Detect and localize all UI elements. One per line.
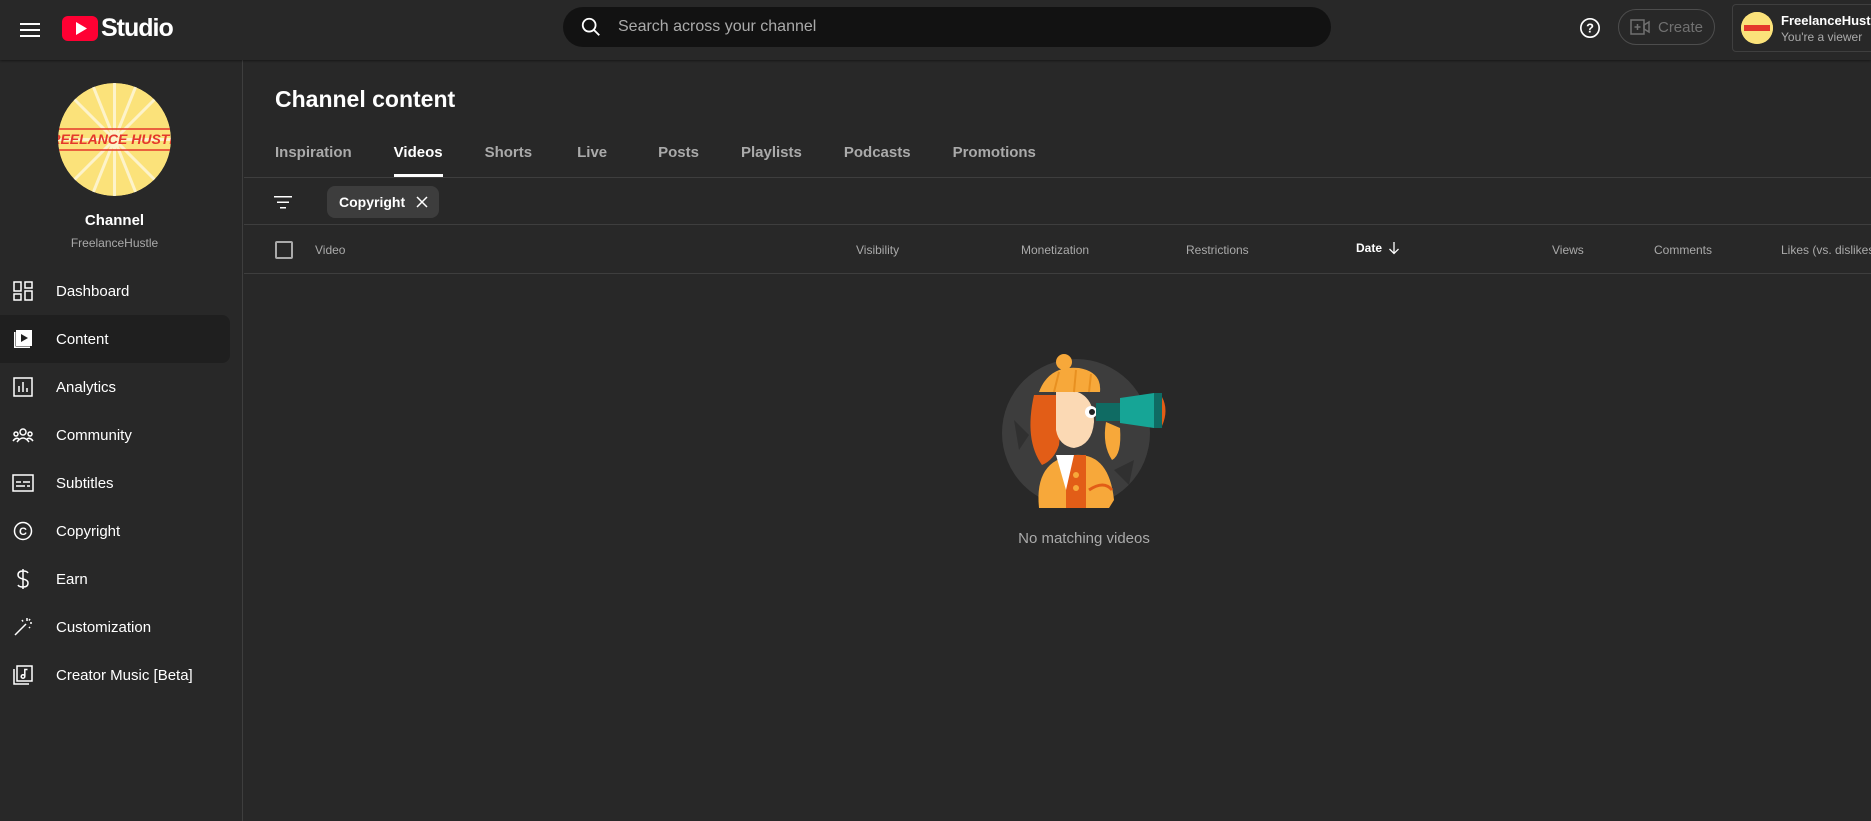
tab-promotions[interactable]: Promotions — [953, 134, 1036, 177]
tab-live[interactable]: Live — [577, 134, 607, 177]
sidebar-item-analytics[interactable]: Analytics — [0, 363, 230, 411]
tab-shorts[interactable]: Shorts — [485, 134, 533, 177]
tab-playlists[interactable]: Playlists — [741, 134, 802, 177]
column-likes[interactable]: Likes (vs. dislikes) — [1781, 243, 1871, 257]
content-tabs: Inspiration Videos Shorts Live Posts Pla… — [275, 134, 1078, 177]
account-name: FreelanceHustle — [1781, 12, 1871, 28]
logo-text: Studio — [101, 14, 174, 42]
tab-inspiration[interactable]: Inspiration — [275, 134, 352, 177]
hamburger-icon — [20, 23, 40, 37]
channel-title: Channel — [84, 212, 145, 229]
sidebar-item-label: Content — [56, 330, 109, 348]
filter-chip-label: Copyright — [339, 194, 406, 210]
empty-state-illustration — [1002, 354, 1166, 508]
sidebar-item-label: Copyright — [56, 522, 121, 540]
create-label: Create — [1657, 18, 1704, 36]
sidebar-item-label: Creator Music [Beta] — [56, 666, 193, 684]
search-input[interactable] — [618, 18, 1298, 36]
column-comments[interactable]: Comments — [1654, 243, 1712, 257]
channel-handle: FreelanceHustle — [70, 236, 159, 250]
arrow-down-icon — [1389, 242, 1399, 255]
sidebar-item-content[interactable]: Content — [0, 315, 230, 363]
column-date[interactable]: Date — [1356, 241, 1400, 255]
channel-avatar[interactable]: FREELANCE HUSTLE — [58, 83, 171, 196]
menu-button[interactable] — [12, 12, 48, 48]
sidebar-item-subtitles[interactable]: Subtitles — [0, 459, 230, 507]
magic-wand-icon — [12, 616, 34, 638]
account-switcher[interactable]: FreelanceHustle You're a viewer — [1732, 4, 1871, 52]
help-icon: ? — [1580, 18, 1600, 38]
subtitles-icon — [12, 472, 34, 494]
content-icon — [12, 328, 34, 350]
help-button[interactable]: ? — [1575, 13, 1605, 43]
search-icon — [581, 17, 600, 36]
dollar-icon — [12, 568, 34, 590]
sidebar-item-label: Subtitles — [56, 474, 114, 492]
tab-videos[interactable]: Videos — [393, 134, 443, 177]
page-title: Channel content — [275, 86, 456, 112]
column-visibility[interactable]: Visibility — [856, 243, 899, 257]
tab-podcasts[interactable]: Podcasts — [844, 134, 911, 177]
account-avatar — [1741, 12, 1773, 44]
youtube-logo-icon — [62, 16, 98, 41]
sidebar-nav: Dashboard Content Analytics Community Su… — [0, 267, 230, 699]
column-date-label: Date — [1356, 241, 1383, 255]
create-button[interactable]: Create — [1618, 9, 1715, 45]
sidebar-item-earn[interactable]: Earn — [0, 555, 230, 603]
sidebar-item-community[interactable]: Community — [0, 411, 230, 459]
sidebar-item-creator-music[interactable]: Creator Music [Beta] — [0, 651, 230, 699]
top-bar: Studio ? Create FreelanceHustle You're a… — [0, 0, 1871, 60]
svg-text:?: ? — [1586, 21, 1594, 36]
studio-logo[interactable]: Studio — [62, 14, 174, 43]
filter-bar: Copyright — [244, 178, 1871, 225]
copyright-icon: C — [12, 520, 34, 542]
search-bar[interactable] — [563, 7, 1331, 47]
column-views[interactable]: Views — [1552, 243, 1584, 257]
empty-state-message: No matching videos — [1018, 530, 1150, 547]
music-icon — [12, 664, 34, 686]
sidebar-item-label: Customization — [56, 618, 152, 636]
column-restrictions[interactable]: Restrictions — [1186, 243, 1249, 257]
sidebar-item-dashboard[interactable]: Dashboard — [0, 267, 230, 315]
main-content: Channel content Inspiration Videos Short… — [244, 60, 1871, 821]
tab-posts[interactable]: Posts — [658, 134, 699, 177]
sidebar: FREELANCE HUSTLE Channel FreelanceHustle… — [0, 60, 243, 821]
close-icon[interactable] — [415, 195, 429, 209]
column-monetization[interactable]: Monetization — [1021, 243, 1089, 257]
video-add-icon — [1630, 19, 1650, 35]
sidebar-item-label: Earn — [56, 570, 88, 588]
dashboard-icon — [12, 280, 34, 302]
analytics-icon — [12, 376, 34, 398]
account-role: You're a viewer — [1781, 29, 1863, 44]
sidebar-item-copyright[interactable]: C Copyright — [0, 507, 230, 555]
community-icon — [12, 424, 34, 446]
sidebar-item-label: Community — [56, 426, 132, 444]
sidebar-item-label: Analytics — [56, 378, 117, 396]
svg-text:C: C — [19, 526, 27, 538]
channel-avatar-text: FREELANCE HUSTLE — [58, 131, 171, 147]
table-header: Video Visibility Monetization Restrictio… — [244, 226, 1871, 274]
filter-button[interactable] — [269, 188, 297, 216]
select-all-checkbox[interactable] — [275, 241, 293, 259]
filter-chip-copyright[interactable]: Copyright — [327, 186, 440, 218]
filter-icon — [274, 196, 292, 209]
sidebar-item-label: Dashboard — [56, 282, 130, 300]
sidebar-item-customization[interactable]: Customization — [0, 603, 230, 651]
column-video[interactable]: Video — [315, 243, 345, 257]
